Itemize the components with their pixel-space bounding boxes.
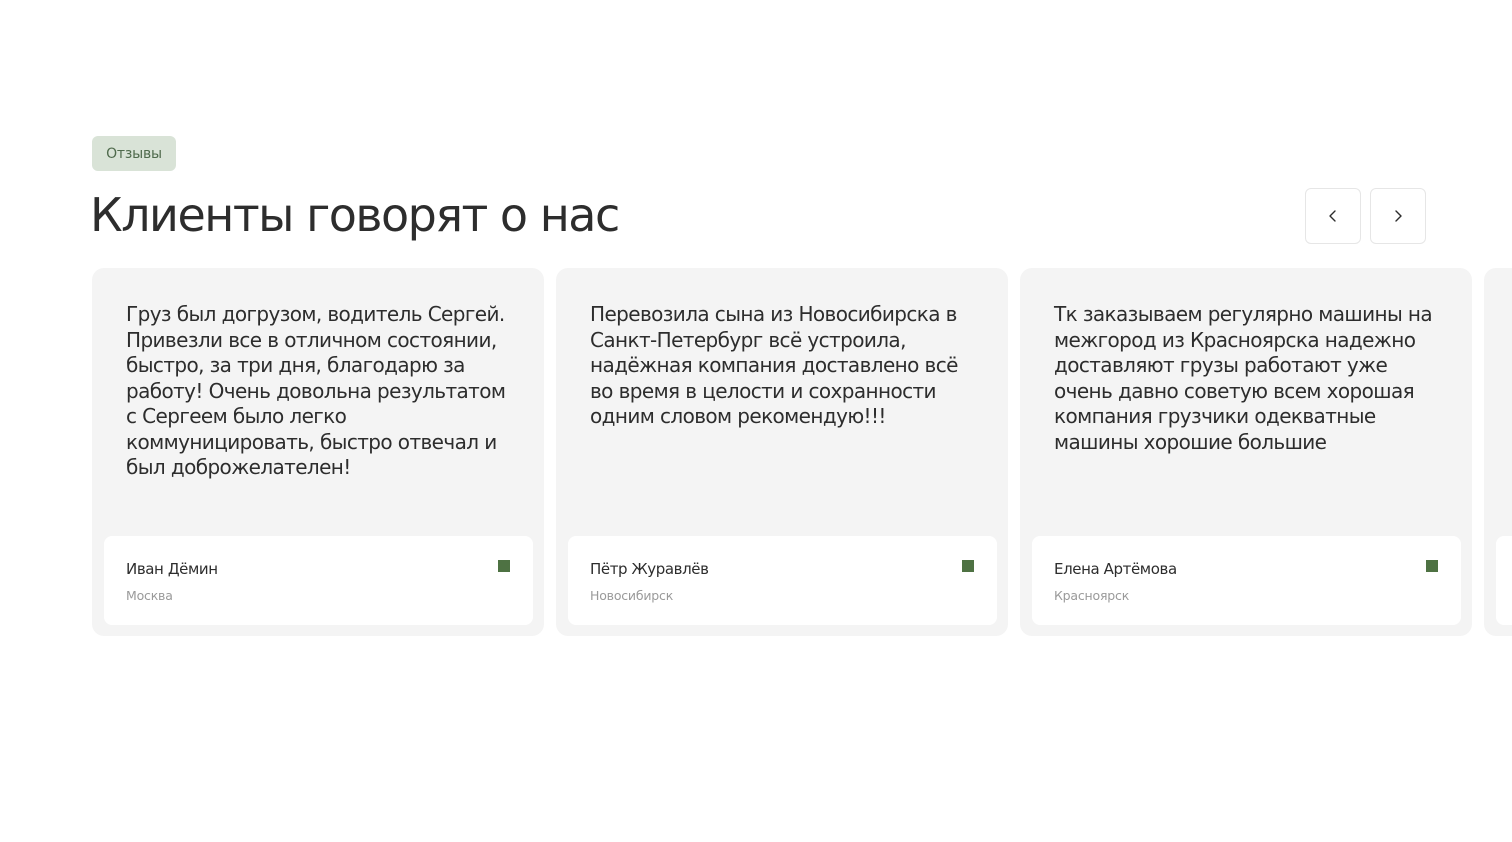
review-author-name: Пётр Журавлёв: [590, 560, 709, 578]
review-author-city: Красноярск: [1054, 588, 1130, 603]
chevron-right-icon: [1391, 209, 1405, 223]
review-author-box: [1496, 536, 1512, 625]
accent-square-icon: [498, 560, 510, 572]
accent-square-icon: [1426, 560, 1438, 572]
review-card-partial: [1484, 268, 1512, 636]
chevron-left-icon: [1326, 209, 1340, 223]
slider-next-button[interactable]: [1370, 188, 1426, 244]
review-card: Перевозила сына из Новосибирска в Санкт-…: [556, 268, 1008, 636]
review-author-name: Иван Дёмин: [126, 560, 218, 578]
review-author-box: [1032, 536, 1461, 625]
section-title: Клиенты говорят о нас: [90, 188, 620, 242]
slider-prev-button[interactable]: [1305, 188, 1361, 244]
review-text: Тк заказываем регулярно машины на межгор…: [1054, 302, 1433, 454]
review-text: Груз был догрузом, водитель Сергей. Прив…: [126, 302, 506, 479]
review-card: Тк заказываем регулярно машины на межгор…: [1020, 268, 1472, 636]
review-author-name: Елена Артёмова: [1054, 560, 1177, 578]
review-text: Перевозила сына из Новосибирска в Санкт-…: [590, 302, 958, 428]
accent-square-icon: [962, 560, 974, 572]
section-badge: Отзывы: [92, 136, 176, 171]
section-badge-label: Отзывы: [106, 145, 162, 162]
review-author-box: [568, 536, 997, 625]
review-author-city: Москва: [126, 588, 173, 603]
review-author-city: Новосибирск: [590, 588, 674, 603]
reviews-slider[interactable]: Груз был догрузом, водитель Сергей. Прив…: [92, 268, 1512, 637]
review-card: Груз был догрузом, водитель Сергей. Прив…: [92, 268, 544, 636]
review-author-box: [104, 536, 533, 625]
